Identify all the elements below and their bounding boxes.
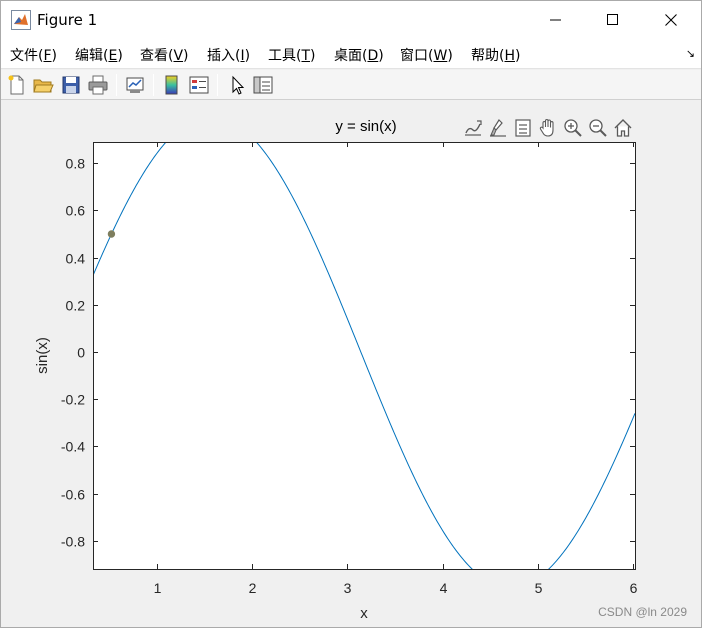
axes-background[interactable] xyxy=(93,142,636,570)
y-tick-label: -0.4 xyxy=(61,439,85,455)
x-tick-label: 1 xyxy=(154,580,162,596)
x-tick-label: 6 xyxy=(630,580,638,596)
y-tick-label: 0.4 xyxy=(66,251,86,267)
y-tick-label: -0.2 xyxy=(61,392,85,408)
sine-plot: 1 2 3 4 5 6 -0.8 -0.6 -0.4 -0.2 0 0.2 0.4 0.6 0.8 x si… xyxy=(34,142,638,622)
x-axis-label: x xyxy=(360,605,368,622)
x-tick-label: 2 xyxy=(249,580,257,596)
y-axis-label: sin(x) xyxy=(34,337,51,374)
y-tick-label: 0.2 xyxy=(66,298,86,314)
figure-window: Figure 1 文件(F) 编辑(E) 查看(V) 插入(I) 工具(T) 桌… xyxy=(0,0,702,628)
watermark: CSDN @ln 2029 xyxy=(598,605,687,619)
y-tick-label: 0.6 xyxy=(66,203,86,219)
data-point-marker[interactable] xyxy=(107,230,116,238)
y-tick-label: -0.8 xyxy=(61,534,85,550)
x-tick-label: 3 xyxy=(344,580,352,596)
x-tick-label: 4 xyxy=(440,580,448,596)
y-tick-label: 0.8 xyxy=(66,156,86,172)
y-tick-label: 0 xyxy=(77,345,85,361)
y-tick-label: -0.6 xyxy=(61,487,85,503)
x-tick-label: 5 xyxy=(535,580,543,596)
